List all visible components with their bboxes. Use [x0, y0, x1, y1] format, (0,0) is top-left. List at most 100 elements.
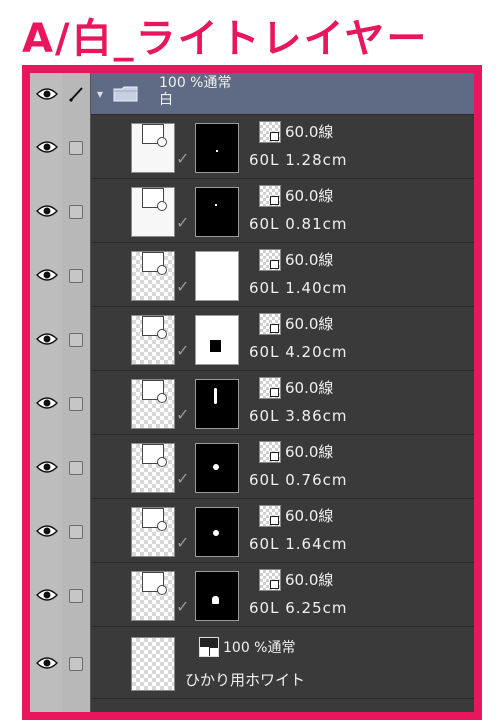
layer-info: 60L 6.25cm	[249, 599, 348, 617]
layer-row[interactable]: ✓ 60.0線 60L 0.81cm	[30, 179, 474, 243]
mask-link-icon[interactable]: ✓	[176, 149, 189, 168]
layer-opacity: 60.0線	[285, 379, 334, 397]
eye-icon[interactable]	[36, 396, 58, 410]
layer-row[interactable]: ✓ 60.0線 60L 4.20cm	[30, 307, 474, 371]
layer-blend: 100 %通常	[223, 640, 296, 656]
layer-opacity: 60.0線	[285, 187, 334, 205]
folder-row[interactable]: ▾ 100 %通常 白	[30, 73, 474, 115]
layer-thumbnail	[131, 123, 175, 173]
mask-thumbnail[interactable]	[195, 251, 239, 301]
layer-area[interactable]: ✓ 60.0線 60L 4.20cm	[91, 307, 474, 371]
layer-info: 60L 0.76cm	[249, 471, 348, 489]
layer-opacity: 60.0線	[285, 251, 334, 269]
lock-checkbox[interactable]	[69, 589, 83, 603]
layer-row[interactable]: ✓ 60.0線 60L 1.28cm	[30, 115, 474, 179]
layer-row[interactable]: ✓ 60.0線 60L 6.25cm	[30, 563, 474, 627]
layer-thumbnail	[131, 251, 175, 301]
layer-thumbnail	[131, 315, 175, 365]
layer-area[interactable]: ✓ 60.0線 60L 1.40cm	[91, 243, 474, 307]
mask-link-icon[interactable]: ✓	[176, 341, 189, 360]
layer-row[interactable]: ✓ 60.0線 60L 0.76cm	[30, 435, 474, 499]
blend-mode-icon	[199, 637, 219, 657]
lock-checkbox[interactable]	[69, 397, 83, 411]
pen-icon[interactable]	[68, 85, 86, 103]
layer-color-icon	[259, 569, 281, 591]
layer-panel: ▾ 100 %通常 白 ✓ 60.0線 60L 1.28cm ✓ 60.0線 6…	[30, 73, 474, 712]
layer-thumbnail	[131, 443, 175, 493]
layer-opacity: 60.0線	[285, 571, 334, 589]
mask-thumbnail[interactable]	[195, 187, 239, 237]
eye-icon[interactable]	[36, 332, 58, 346]
layer-info: 60L 3.86cm	[249, 407, 348, 425]
layer-color-icon	[259, 441, 281, 463]
folder-label: 100 %通常 白	[159, 75, 231, 109]
layer-list: ▾ 100 %通常 白 ✓ 60.0線 60L 1.28cm ✓ 60.0線 6…	[30, 73, 474, 699]
layer-color-icon	[259, 377, 281, 399]
layer-area[interactable]: 100 %通常 ひかり用ホワイト	[91, 627, 474, 699]
chevron-down-icon[interactable]: ▾	[97, 87, 103, 101]
layer-area[interactable]: ✓ 60.0線 60L 0.81cm	[91, 179, 474, 243]
layer-thumbnail	[131, 379, 175, 429]
folder-layer-area[interactable]: ▾ 100 %通常 白	[91, 73, 474, 115]
mask-link-icon[interactable]: ✓	[176, 469, 189, 488]
layer-row[interactable]: ✓ 60.0線 60L 1.64cm	[30, 499, 474, 563]
layer-name: ひかり用ホワイト	[185, 671, 306, 689]
layer-area[interactable]: ✓ 60.0線 60L 1.28cm	[91, 115, 474, 179]
layer-thumbnail	[131, 571, 175, 621]
layer-info: 60L 4.20cm	[249, 343, 348, 361]
eye-icon[interactable]	[36, 588, 58, 602]
layer-panel-frame: ▾ 100 %通常 白 ✓ 60.0線 60L 1.28cm ✓ 60.0線 6…	[22, 65, 482, 720]
eye-icon[interactable]	[36, 204, 58, 218]
layer-thumbnail	[131, 507, 175, 557]
mask-thumbnail[interactable]	[195, 443, 239, 493]
layer-opacity: 60.0線	[285, 443, 334, 461]
layer-info: 60L 1.28cm	[249, 151, 348, 169]
mask-thumbnail[interactable]	[195, 379, 239, 429]
folder-name: 白	[159, 92, 173, 108]
folder-blend: 100 %通常	[159, 75, 232, 91]
layer-row[interactable]: ✓ 60.0線 60L 3.86cm	[30, 371, 474, 435]
eye-icon[interactable]	[36, 140, 58, 154]
lock-checkbox[interactable]	[69, 461, 83, 475]
layer-thumbnail	[131, 187, 175, 237]
layer-opacity: 60.0線	[285, 123, 334, 141]
mask-link-icon[interactable]: ✓	[176, 213, 189, 232]
lock-checkbox[interactable]	[69, 657, 83, 671]
lock-checkbox[interactable]	[69, 141, 83, 155]
mask-thumbnail[interactable]	[195, 315, 239, 365]
layer-info: 60L 1.40cm	[249, 279, 348, 297]
mask-thumbnail[interactable]	[195, 507, 239, 557]
page-title: A/白_ライトレイヤー	[22, 16, 429, 62]
mask-link-icon[interactable]: ✓	[176, 597, 189, 616]
mask-link-icon[interactable]: ✓	[176, 405, 189, 424]
mask-thumbnail[interactable]	[195, 571, 239, 621]
lock-checkbox[interactable]	[69, 525, 83, 539]
eye-icon[interactable]	[36, 524, 58, 538]
eye-icon[interactable]	[36, 87, 58, 101]
lock-checkbox[interactable]	[69, 269, 83, 283]
layer-area[interactable]: ✓ 60.0線 60L 0.76cm	[91, 435, 474, 499]
layer-color-icon	[259, 313, 281, 335]
eye-icon[interactable]	[36, 268, 58, 282]
mask-link-icon[interactable]: ✓	[176, 533, 189, 552]
layer-info: 60L 1.64cm	[249, 535, 348, 553]
folder-icon	[113, 85, 139, 103]
layer-color-icon	[259, 185, 281, 207]
layer-opacity: 60.0線	[285, 507, 334, 525]
layer-color-icon	[259, 121, 281, 143]
layer-opacity: 60.0線	[285, 315, 334, 333]
eye-icon[interactable]	[36, 656, 58, 670]
layer-row[interactable]: ✓ 60.0線 60L 1.40cm	[30, 243, 474, 307]
layer-area[interactable]: ✓ 60.0線 60L 1.64cm	[91, 499, 474, 563]
lock-checkbox[interactable]	[69, 333, 83, 347]
layer-color-icon	[259, 505, 281, 527]
mask-thumbnail[interactable]	[195, 123, 239, 173]
layer-area[interactable]: ✓ 60.0線 60L 6.25cm	[91, 563, 474, 627]
mask-link-icon[interactable]: ✓	[176, 277, 189, 296]
lock-checkbox[interactable]	[69, 205, 83, 219]
layer-thumbnail	[131, 637, 175, 691]
layer-row[interactable]: 100 %通常 ひかり用ホワイト	[30, 627, 474, 699]
layer-color-icon	[259, 249, 281, 271]
layer-area[interactable]: ✓ 60.0線 60L 3.86cm	[91, 371, 474, 435]
eye-icon[interactable]	[36, 460, 58, 474]
